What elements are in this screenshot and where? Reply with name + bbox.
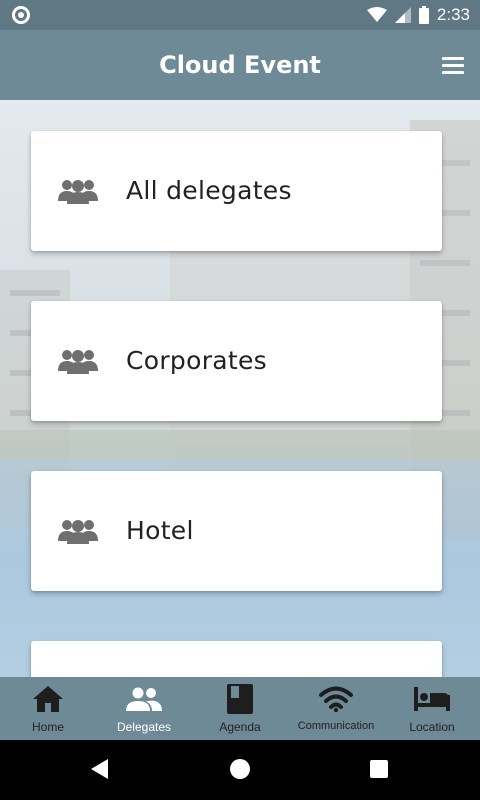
battery-icon (418, 6, 429, 24)
bed-icon (414, 687, 450, 711)
people-group-icon (58, 180, 98, 204)
cell-signal-icon (394, 7, 411, 23)
status-bar: 2:33 (0, 0, 480, 30)
nav-item-agenda[interactable]: Agenda (192, 677, 288, 740)
people-icon (126, 687, 162, 711)
nav-label: Home (31, 720, 64, 734)
nav-item-home[interactable]: Home (0, 677, 96, 740)
people-group-icon (58, 520, 98, 544)
home-icon (33, 686, 63, 712)
category-card-hotel[interactable]: Hotel (31, 471, 442, 591)
home-circle-icon[interactable] (229, 758, 251, 780)
nav-label: Location (409, 720, 455, 734)
card-label: Corporates (126, 346, 268, 375)
wifi-icon (319, 686, 353, 712)
content-area: All delegates Corporates Hotel (0, 100, 480, 677)
page-title: Cloud Event (159, 51, 321, 79)
back-icon[interactable] (90, 758, 110, 780)
app-bar: Cloud Event (0, 30, 480, 100)
category-card-all-delegates[interactable]: All delegates (31, 131, 442, 251)
notification-circle-icon (12, 6, 30, 24)
nav-item-delegates[interactable]: Delegates (96, 677, 192, 740)
status-time: 2:33 (436, 5, 470, 24)
card-label: Hotel (126, 516, 194, 545)
book-icon (227, 684, 253, 714)
status-icons: 2:33 (366, 0, 470, 30)
nav-item-communication[interactable]: Communication (288, 677, 384, 740)
category-card-corporates[interactable]: Corporates (31, 301, 442, 421)
nav-label: Delegates (116, 720, 172, 734)
people-group-icon (58, 350, 98, 374)
category-card-partial[interactable] (31, 641, 442, 677)
recents-icon[interactable] (370, 760, 388, 778)
nav-label: Agenda (219, 720, 261, 734)
bottom-navigation: Home Delegates Agenda Communication Loca… (0, 677, 480, 740)
wifi-signal-icon (366, 7, 387, 22)
system-navigation-bar (0, 740, 480, 800)
nav-item-location[interactable]: Location (384, 677, 480, 740)
card-label: All delegates (126, 176, 292, 205)
nav-label: Communication (297, 720, 375, 732)
hamburger-menu-icon[interactable] (440, 50, 470, 80)
